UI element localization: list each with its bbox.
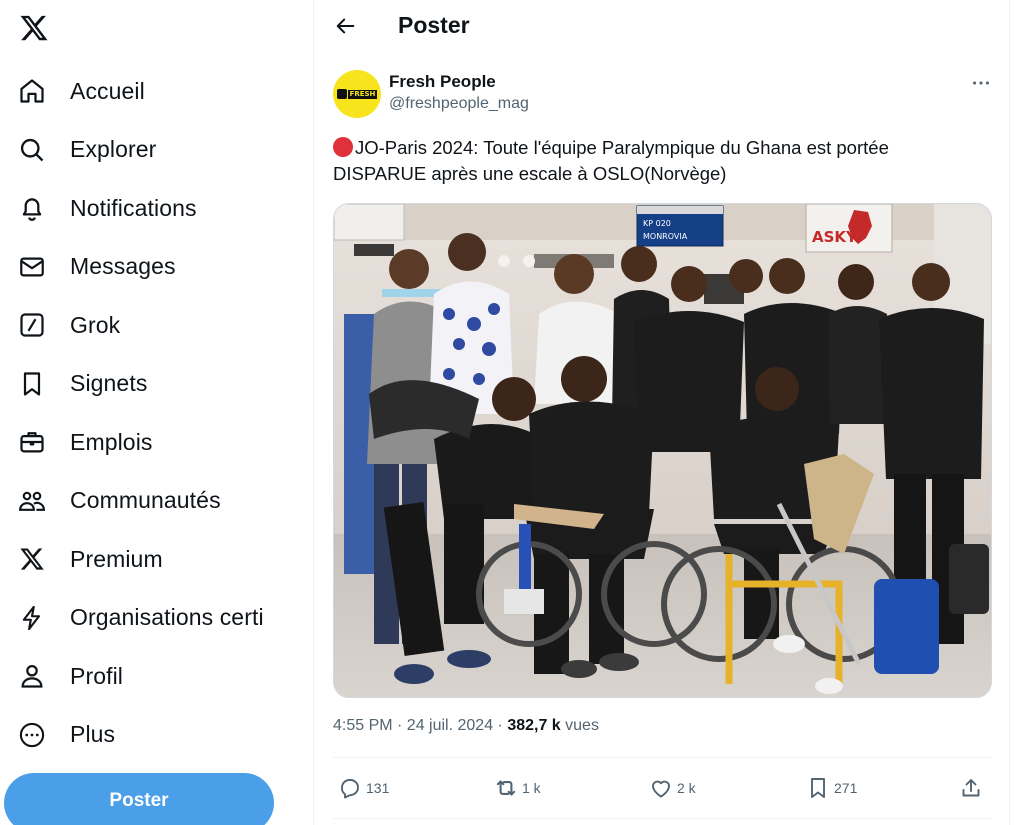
bookmark-icon xyxy=(16,368,48,400)
views-count: 382,7 k xyxy=(507,717,561,734)
counter-sign: KP 020 MONROVIA xyxy=(636,205,724,247)
share-button[interactable] xyxy=(958,768,987,808)
sidebar-item-label: Signets xyxy=(70,370,148,397)
sidebar-item-label: Accueil xyxy=(70,77,145,104)
sign-brand: ASKY xyxy=(812,228,858,246)
x-logo-icon xyxy=(16,543,48,575)
tweet-timestamp[interactable]: 4:55 PM · 24 juil. 2024 · xyxy=(333,717,507,734)
divider xyxy=(333,757,992,758)
tweet-actions: 131 1 k 2 k 271 xyxy=(333,768,992,808)
share-icon xyxy=(958,775,984,801)
sidebar-item-messages[interactable]: Messages xyxy=(0,238,313,297)
sidebar-item-communities[interactable]: Communautés xyxy=(0,472,313,531)
author-handle[interactable]: @freshpeople_mag xyxy=(389,95,529,113)
home-icon xyxy=(16,75,48,107)
avatar-mark xyxy=(336,89,347,99)
sidebar-item-label: Profil xyxy=(70,662,124,689)
briefcase-icon xyxy=(16,426,48,458)
sidebar-item-label: Premium xyxy=(70,545,163,572)
divider xyxy=(333,818,992,819)
sign-flight: KP 020 xyxy=(643,219,671,228)
sidebar-item-verified-orgs[interactable]: Organisations certi xyxy=(0,589,313,648)
asky-sign: ASKY xyxy=(805,204,893,253)
sidebar-item-label: Communautés xyxy=(70,487,221,514)
sidebar-item-label: Grok xyxy=(70,311,121,338)
bell-icon xyxy=(16,192,48,224)
sidebar-item-label: Plus xyxy=(70,721,116,748)
author-name[interactable]: Fresh People xyxy=(389,72,496,92)
x-logo-icon[interactable] xyxy=(14,8,54,48)
sidebar-item-label: Explorer xyxy=(70,136,157,163)
post-button[interactable]: Poster xyxy=(4,773,274,825)
sidebar-item-jobs[interactable]: Emplois xyxy=(0,413,313,472)
sidebar-item-label: Organisations certi xyxy=(70,604,264,631)
lightning-icon xyxy=(16,602,48,634)
sidebar-item-label: Notifications xyxy=(70,194,197,221)
sidebar-item-premium[interactable]: Premium xyxy=(0,530,313,589)
search-icon xyxy=(16,134,48,166)
more-circle-icon xyxy=(16,719,48,751)
red-circle-icon xyxy=(333,137,353,157)
page-title: Poster xyxy=(398,12,470,38)
sidebar-item-label: Emplois xyxy=(70,428,153,455)
avatar[interactable]: FRESH xyxy=(333,70,381,118)
bookmark-button[interactable]: 271 xyxy=(805,768,857,808)
sidebar: Accueil Explorer Notifications Messages … xyxy=(0,0,314,825)
tweet-meta: 4:55 PM · 24 juil. 2024 · 382,7 k vues xyxy=(333,717,599,735)
envelope-icon xyxy=(16,251,48,283)
reply-count: 131 xyxy=(366,780,390,796)
person-icon xyxy=(16,660,48,692)
sidebar-item-bookmarks[interactable]: Signets xyxy=(0,355,313,414)
sidebar-item-home[interactable]: Accueil xyxy=(0,62,313,121)
sidebar-item-grok[interactable]: Grok xyxy=(0,296,313,355)
tweet-photo[interactable]: KP 020 MONROVIA ASKY xyxy=(333,203,992,698)
sidebar-item-explore[interactable]: Explorer xyxy=(0,121,313,180)
tweet-text: JO-Paris 2024: Toute l'équipe Paralympiq… xyxy=(333,135,973,187)
people-icon xyxy=(16,485,48,517)
main-column: Poster FRESH Fresh People @freshpeople_m… xyxy=(314,0,1010,825)
bookmark-count: 271 xyxy=(834,780,858,796)
sidebar-item-more[interactable]: Plus xyxy=(0,706,313,765)
header: Poster xyxy=(314,0,1010,52)
tweet-body: JO-Paris 2024: Toute l'équipe Paralympiq… xyxy=(333,137,889,184)
sidebar-item-notifications[interactable]: Notifications xyxy=(0,179,313,238)
grok-icon xyxy=(16,309,48,341)
more-options-icon[interactable] xyxy=(968,70,994,96)
bookmark-icon xyxy=(805,775,831,801)
heart-icon xyxy=(648,775,674,801)
repost-icon xyxy=(493,775,519,801)
repost-count: 1 k xyxy=(522,780,541,796)
reply-button[interactable]: 131 xyxy=(337,768,389,808)
sidebar-item-label: Messages xyxy=(70,253,176,280)
sign-city: MONROVIA xyxy=(643,232,688,241)
sidebar-item-profile[interactable]: Profil xyxy=(0,647,313,706)
back-arrow-icon[interactable] xyxy=(332,12,360,40)
like-count: 2 k xyxy=(677,780,696,796)
avatar-logo-text: FRESH xyxy=(347,89,378,99)
sidebar-nav: Accueil Explorer Notifications Messages … xyxy=(0,62,313,764)
views-label: vues xyxy=(560,717,599,734)
like-button[interactable]: 2 k xyxy=(648,768,696,808)
repost-button[interactable]: 1 k xyxy=(493,768,541,808)
reply-icon xyxy=(337,775,363,801)
